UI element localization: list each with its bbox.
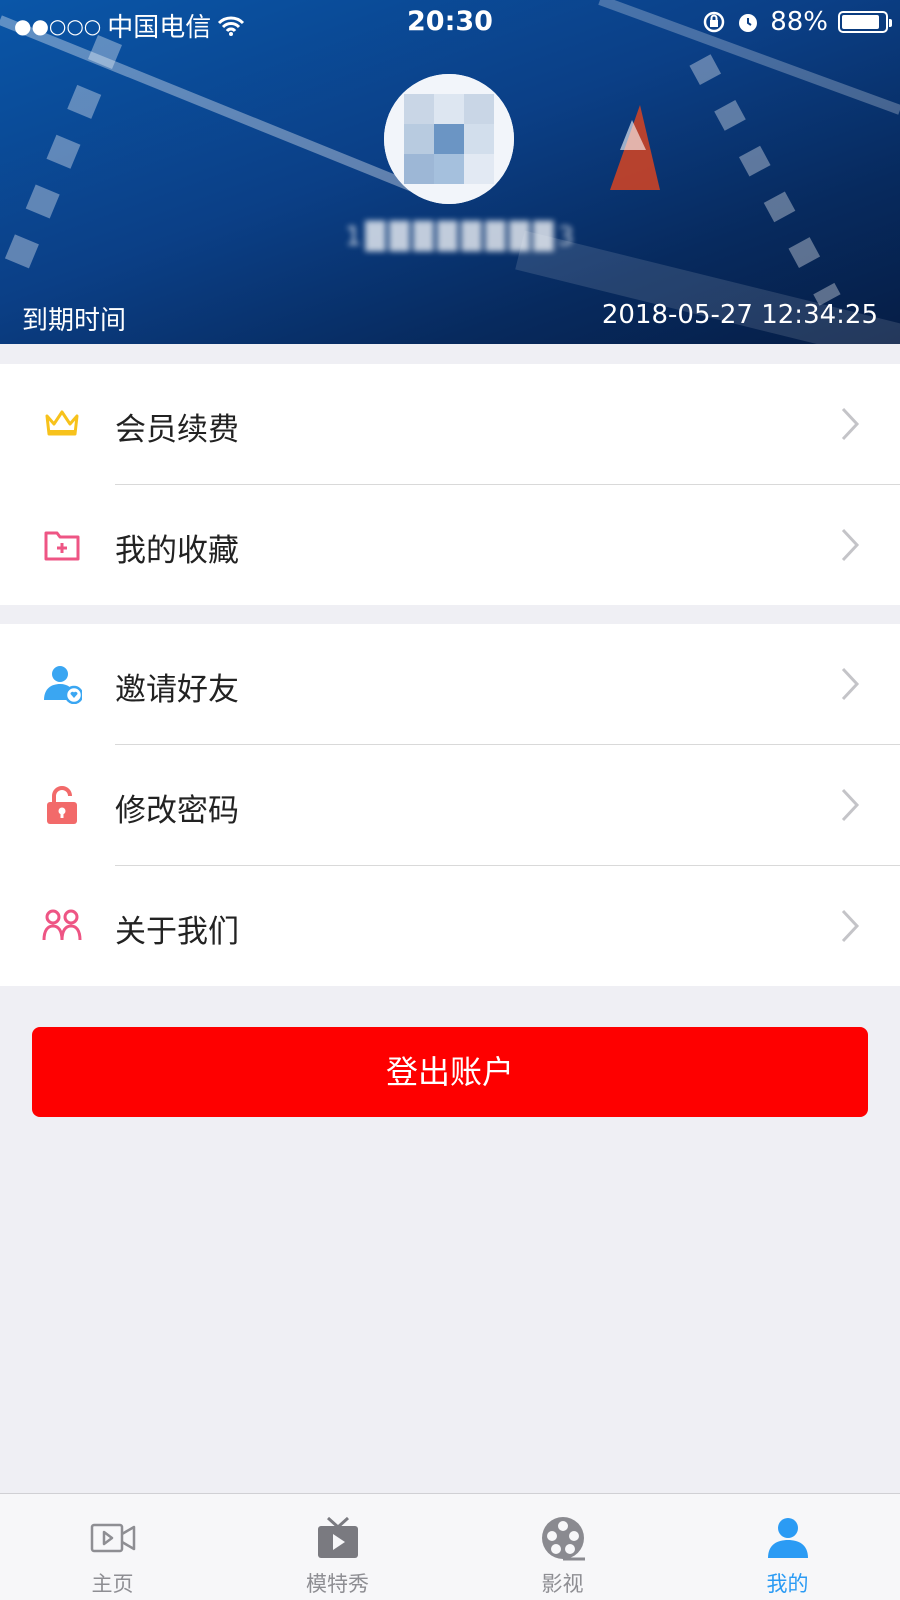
chevron-right-icon [841,667,860,701]
menu-group-account: 邀请好友 修改密码 关于我们 [0,624,900,986]
menu-item-invite-friends[interactable]: 邀请好友 [0,624,900,744]
menu-item-about-us[interactable]: 关于我们 [0,866,900,986]
tab-bar: 主页 模特秀 影视 我的 [0,1493,900,1600]
crown-icon [45,410,79,436]
chevron-right-icon [841,407,860,441]
tab-label: 模特秀 [306,1572,369,1596]
tv-icon [317,1516,358,1558]
menu-item-label: 关于我们 [115,914,239,950]
tab-label: 影视 [541,1572,584,1596]
menu-item-label: 我的收藏 [115,533,239,569]
phone-number: 1████████3 [345,222,579,252]
menu-item-label: 邀请好友 [115,672,239,708]
avatar[interactable] [384,74,514,204]
menu-item-label: 修改密码 [115,793,239,829]
tab-home[interactable]: 主页 [0,1494,225,1600]
battery-fill [842,15,879,29]
alarm-icon [739,14,758,32]
tab-mine[interactable]: 我的 [675,1494,900,1600]
chevron-right-icon [841,788,860,822]
menu-item-change-password[interactable]: 修改密码 [0,745,900,865]
logout-button[interactable]: 登出账户 [32,1027,868,1117]
unlock-icon [47,786,77,824]
user-heart-icon [44,666,82,704]
tab-label: 主页 [91,1572,134,1596]
status-bar: ●●○○○ 中国电信 20:30 88% [0,0,900,44]
video-camera-icon [90,1523,135,1553]
profile-header: ●●○○○ 中国电信 20:30 88% 1████████3 到期时间 201… [0,0,900,344]
menu-group-membership: 会员续费 我的收藏 [0,364,900,605]
expire-value: 2018-05-27 12:34:25 [601,300,878,330]
people-icon [42,909,82,941]
person-icon [767,1518,808,1558]
tab-label: 我的 [766,1572,809,1596]
battery-icon [838,11,892,33]
expire-label: 到期时间 [22,306,127,336]
menu-item-my-favorites[interactable]: 我的收藏 [0,485,900,605]
rotation-lock-icon [703,11,725,33]
folder-plus-icon [44,531,80,561]
tab-film[interactable]: 影视 [450,1494,675,1600]
menu-item-label: 会员续费 [115,412,239,448]
tab-model-show[interactable]: 模特秀 [225,1494,450,1600]
menu-item-renew-membership[interactable]: 会员续费 [0,364,900,484]
film-reel-icon [541,1517,585,1561]
chevron-right-icon [841,528,860,562]
battery-percent: 88% [770,7,828,37]
chevron-right-icon [841,909,860,943]
